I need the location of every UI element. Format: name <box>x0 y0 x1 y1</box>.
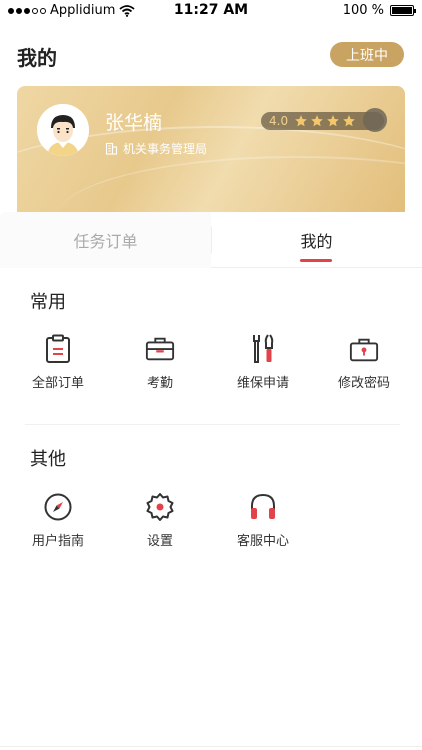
organization: 机关事务管理局 <box>105 140 207 157</box>
grid-label: 用户指南 <box>31 534 84 549</box>
grid-label: 客服中心 <box>236 534 289 549</box>
profile-card[interactable]: 张华楠 机关事务管理局 4.0 <box>17 86 405 222</box>
grid-label: 修改密码 <box>337 376 390 391</box>
rating-stars <box>294 114 356 128</box>
compass-icon <box>43 492 73 522</box>
duty-status-button[interactable]: 上班中 <box>330 42 404 67</box>
grid-label: 全部订单 <box>31 376 84 391</box>
tab-bar: 任务订单 我的 <box>0 212 422 268</box>
bottom-divider <box>0 746 422 747</box>
customer-service-button[interactable]: 客服中心 <box>218 492 308 549</box>
lock-icon <box>349 334 379 364</box>
battery-icon <box>390 5 416 16</box>
star-icon <box>295 115 307 127</box>
clipboard-icon <box>43 334 73 364</box>
grid-label: 设置 <box>146 534 173 549</box>
rating-value: 4.0 <box>269 114 289 128</box>
tools-icon <box>248 334 278 364</box>
avatar-icon <box>37 104 89 156</box>
user-guide-button[interactable]: 用户指南 <box>13 492 103 549</box>
change-password-button[interactable]: 修改密码 <box>319 334 409 391</box>
headphones-icon <box>248 492 278 522</box>
rating-knob <box>363 108 387 132</box>
battery-percent: 100 % <box>342 3 384 18</box>
briefcase-icon <box>145 334 175 364</box>
grid-label: 考勤 <box>146 376 173 391</box>
gear-icon <box>145 492 175 522</box>
page-title: 我的 <box>17 46 57 70</box>
user-name: 张华楠 <box>105 112 163 134</box>
building-icon <box>105 142 118 155</box>
grid-label: 维保申请 <box>236 376 289 391</box>
content-sheet: 任务订单 我的 常用 全部订单 考勤 维保申请 修改密码 其他 用户指南 设置 … <box>0 212 422 750</box>
section-title-common: 常用 <box>30 292 66 313</box>
section-divider <box>25 424 400 425</box>
active-tab-indicator <box>300 259 332 262</box>
section-title-other: 其他 <box>30 449 66 470</box>
tab-task-orders[interactable]: 任务订单 <box>0 212 211 268</box>
star-icon <box>327 115 339 127</box>
star-icon <box>311 115 323 127</box>
avatar[interactable] <box>37 104 89 156</box>
status-right: 100 % <box>342 3 416 18</box>
maintenance-request-button[interactable]: 维保申请 <box>218 334 308 391</box>
settings-button[interactable]: 设置 <box>115 492 205 549</box>
attendance-button[interactable]: 考勤 <box>115 334 205 391</box>
star-icon <box>343 115 355 127</box>
status-bar: Applidium 11:27 AM 100 % <box>0 0 422 22</box>
all-orders-button[interactable]: 全部订单 <box>13 334 103 391</box>
org-name: 机关事务管理局 <box>123 142 208 156</box>
